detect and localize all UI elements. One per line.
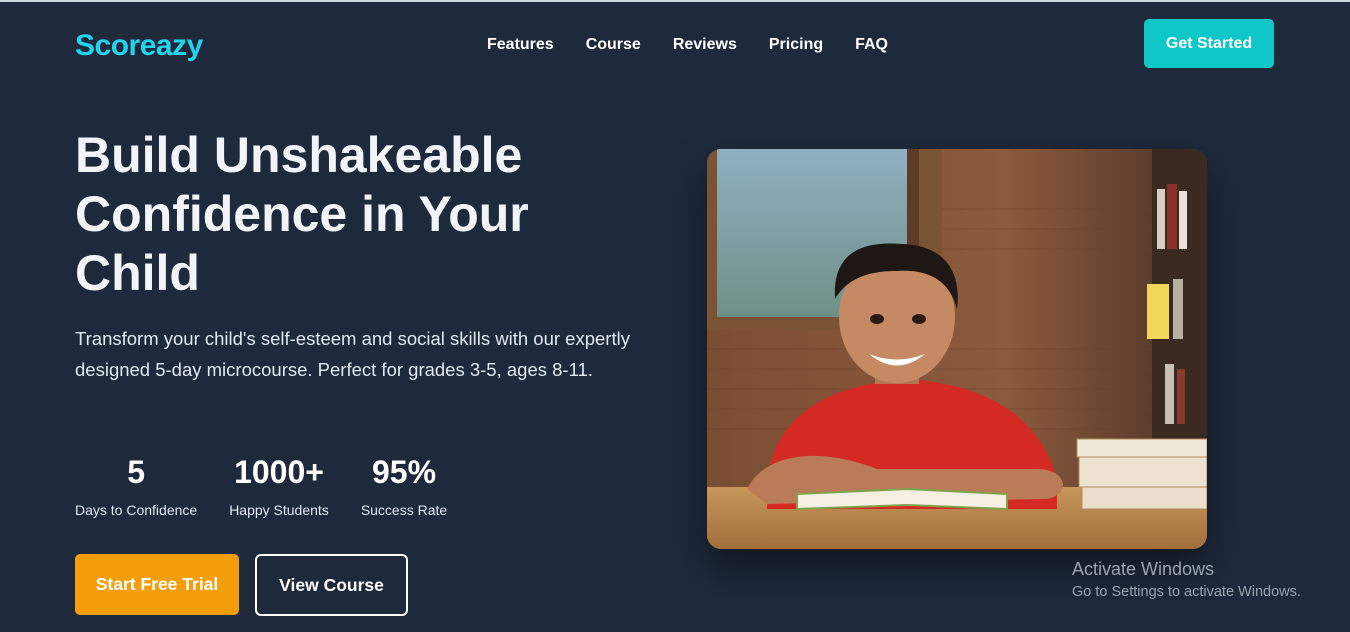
stat-students: 1000+ Happy Students	[229, 452, 329, 518]
get-started-button[interactable]: Get Started	[1144, 19, 1274, 68]
stat-value: 1000+	[234, 454, 324, 490]
brand-logo[interactable]: Scoreazy	[75, 29, 203, 63]
view-course-button[interactable]: View Course	[255, 554, 408, 616]
hero-title-line-3: Child	[75, 245, 200, 301]
stat-value: 95%	[371, 454, 437, 490]
stat-label: Success Rate	[360, 502, 448, 518]
boy-reading-illustration	[707, 149, 1207, 549]
nav-link-pricing[interactable]: Pricing	[769, 36, 823, 54]
stat-days: 5 Days to Confidence	[75, 452, 197, 518]
stat-value: 5	[127, 454, 145, 490]
nav-link-reviews[interactable]: Reviews	[673, 36, 737, 54]
hero-title-line-1: Build Unshakeable	[75, 127, 523, 183]
activate-windows-subtitle: Go to Settings to activate Windows.	[1072, 584, 1301, 600]
hero-subtitle: Transform your child's self-esteem and s…	[75, 328, 630, 380]
nav-link-features[interactable]: Features	[487, 36, 554, 54]
start-free-trial-button[interactable]: Start Free Trial	[75, 554, 239, 615]
stat-label: Happy Students	[229, 502, 329, 518]
stat-label: Days to Confidence	[75, 502, 198, 518]
hero-title: Build Unshakeable Confidence in Your Chi…	[75, 126, 595, 303]
nav-link-faq[interactable]: FAQ	[855, 36, 888, 54]
nav-link-course[interactable]: Course	[586, 36, 641, 54]
main-menu: Features Course Reviews Pricing FAQ	[487, 36, 888, 54]
navbar: Scoreazy Features Course Reviews Pricing…	[0, 2, 1350, 86]
hero-image	[707, 149, 1207, 549]
stat-success: 95% Success Rate	[361, 452, 447, 518]
stats-row: 5 Days to Confidence 1000+ Happy Student…	[75, 452, 479, 518]
activate-windows-title: Activate Windows	[1072, 559, 1215, 579]
hero-title-line-2: Confidence in Your	[75, 186, 529, 242]
